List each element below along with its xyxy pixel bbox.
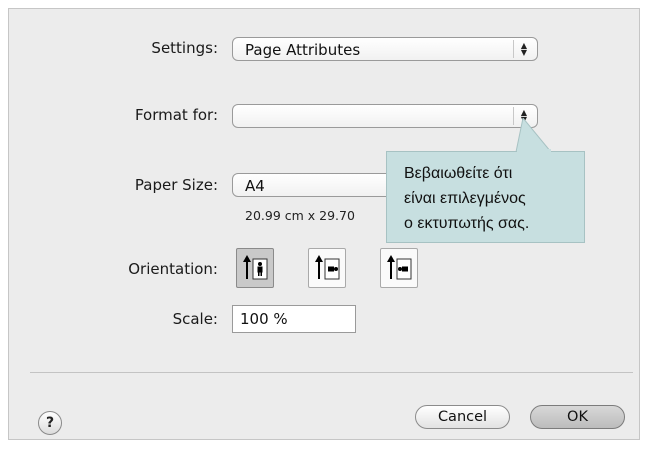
landscape-right-icon: [387, 255, 412, 280]
format-for-label: Format for:: [134, 106, 218, 124]
format-for-popup[interactable]: ▲▼: [232, 104, 538, 128]
tooltip-line-2: είναι επιλεγμένος: [404, 190, 526, 207]
scale-label: Scale:: [172, 310, 218, 328]
landscape-left-icon: [315, 255, 340, 280]
tooltip-line-1: Βεβαιωθείτε ότι: [404, 165, 513, 182]
divider: [30, 372, 633, 373]
settings-label: Settings:: [151, 39, 218, 57]
scale-input[interactable]: 100 %: [232, 305, 356, 333]
tooltip-line-3: ο εκτυπωτής σας.: [404, 215, 530, 232]
settings-popup[interactable]: Page Attributes ▲ ▼: [232, 37, 538, 61]
tooltip-joint: [517, 149, 551, 153]
cancel-button[interactable]: Cancel: [415, 405, 510, 429]
ok-button[interactable]: OK: [530, 405, 625, 429]
portrait-icon: [243, 255, 268, 280]
paper-size-value: A4: [245, 177, 265, 195]
orientation-landscape-left-button[interactable]: [308, 248, 346, 288]
orientation-label: Orientation:: [128, 260, 218, 278]
help-button[interactable]: ?: [38, 411, 62, 435]
popup-arrows-icon: ▲▼: [513, 40, 534, 58]
tooltip-callout: Βεβαιωθείτε ότι είναι επιλεγμένος ο εκτυ…: [386, 151, 585, 243]
orientation-portrait-button[interactable]: [236, 248, 274, 288]
paper-size-label: Paper Size:: [134, 176, 218, 194]
orientation-landscape-right-button[interactable]: [380, 248, 418, 288]
paper-dimensions: 20.99 cm x 29.70: [245, 208, 355, 223]
settings-value: Page Attributes: [245, 41, 361, 59]
